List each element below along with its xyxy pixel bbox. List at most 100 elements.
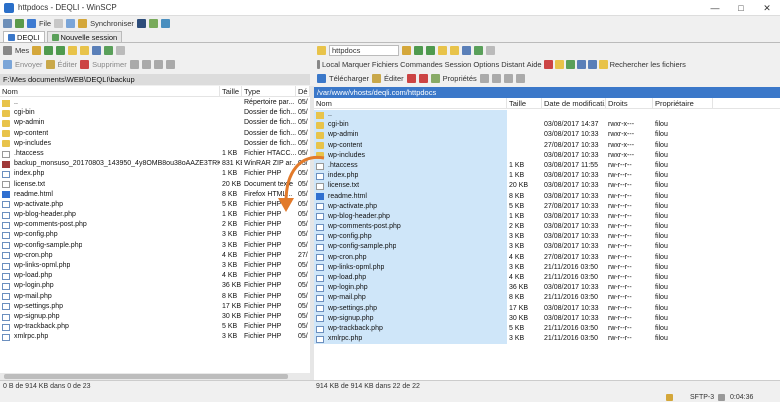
right-path-bar[interactable]: /var/www/vhosts/deqli.com/httpdocs <box>314 87 780 98</box>
upload-button[interactable]: Envoyer <box>15 60 43 69</box>
table-row[interactable]: wp-trackback.php 5 KB 21/11/2016 03:50 rw-r… <box>314 323 780 335</box>
menu-options[interactable]: Options <box>473 60 499 69</box>
table-row[interactable]: wp-signup.php 30 KB Fichier PHP 05/ <box>0 312 310 322</box>
table-row[interactable]: wp-load.php 4 KB Fichier PHP 05/ <box>0 271 310 281</box>
table-row[interactable]: wp-includes Dossier de fich... 05/ <box>0 139 310 149</box>
table-row[interactable]: wp-signup.php 30 KB 03/08/2017 10:33 rw-r--… <box>314 313 780 324</box>
table-row[interactable]: wp-login.php 36 KB 03/08/2017 10:33 rw-r--r… <box>314 283 780 294</box>
back-icon[interactable] <box>44 45 54 55</box>
find-icon[interactable] <box>486 45 495 55</box>
refresh-icon[interactable] <box>565 60 575 69</box>
table-row[interactable]: cgi-bin Dossier de fich... 05/ <box>0 108 310 118</box>
root-folder-icon[interactable] <box>450 45 459 55</box>
tab-new-session[interactable]: Nouvelle session <box>46 31 123 42</box>
forward-icon[interactable] <box>426 45 435 55</box>
table-row[interactable]: wp-comments-post.php 2 KB Fichier PHP 05/ <box>0 220 310 230</box>
edit-button[interactable]: Éditer <box>58 60 78 69</box>
gear-icon[interactable] <box>3 19 12 28</box>
rename-icon[interactable] <box>418 74 428 83</box>
parent-folder-icon[interactable] <box>438 45 447 55</box>
new-file-icon[interactable] <box>27 19 36 28</box>
table-row[interactable]: wp-mail.php 8 KB Fichier PHP 05/ <box>0 292 310 302</box>
filter-files-icon[interactable] <box>515 74 525 83</box>
putty-icon[interactable] <box>148 19 158 28</box>
menu-commands[interactable]: Commandes <box>400 60 443 69</box>
unselect-icon[interactable] <box>503 74 513 83</box>
find-icon[interactable] <box>116 45 126 55</box>
synchronize-button[interactable]: Synchroniser <box>90 19 134 28</box>
forward-icon[interactable] <box>56 45 66 55</box>
stop-icon[interactable] <box>543 60 553 69</box>
bookmark-icon[interactable] <box>587 60 597 69</box>
menu-files[interactable]: Fichiers <box>372 60 398 69</box>
refresh-icon[interactable] <box>15 19 24 28</box>
dropdown-icon[interactable] <box>54 19 64 28</box>
table-row[interactable]: wp-comments-post.php 2 KB 03/08/2017 10:33… <box>314 222 780 233</box>
menu-local[interactable]: Local <box>322 60 340 69</box>
col-size[interactable]: Taille <box>220 86 242 96</box>
home-icon[interactable] <box>576 60 586 69</box>
table-row[interactable]: license.txt 20 KB 03/08/2017 10:33 rw-r--r-… <box>314 181 780 192</box>
table-row[interactable]: wp-trackback.php 5 KB Fichier PHP 05/ <box>0 322 310 332</box>
table-row[interactable]: cgi-bin 03/08/2017 14:37 rwxr-x--- filou <box>314 120 780 131</box>
table-row[interactable]: wp-config.php 3 KB Fichier PHP 05/ <box>0 230 310 240</box>
table-row[interactable]: wp-settings.php 17 KB Fichier PHP 05/ <box>0 302 310 312</box>
select-all-icon[interactable] <box>153 60 163 69</box>
table-row[interactable]: wp-cron.php 4 KB Fichier PHP 27/ <box>0 251 310 261</box>
menu-mark[interactable]: Marquer <box>342 60 370 69</box>
table-row[interactable]: .. <box>314 110 780 121</box>
scroll-thumb[interactable] <box>4 374 288 379</box>
refresh-local-icon[interactable] <box>104 45 114 55</box>
delete-icon[interactable] <box>406 74 416 83</box>
table-row[interactable]: xmlrpc.php 3 KB 21/11/2016 03:50 rw-r--r-- f… <box>314 334 780 345</box>
table-row[interactable]: wp-cron.php 4 KB 27/08/2017 10:33 rw-r--r--… <box>314 252 780 263</box>
table-row[interactable]: wp-links-opml.php 3 KB 21/11/2016 03:50 rw-… <box>314 262 780 273</box>
col-type[interactable]: Type <box>242 86 296 96</box>
table-row[interactable]: wp-login.php 36 KB Fichier PHP 05/ <box>0 281 310 291</box>
new-icon[interactable] <box>479 74 489 83</box>
search-icon[interactable] <box>598 60 608 69</box>
back-icon[interactable] <box>414 45 423 55</box>
table-row[interactable]: wp-includes 03/08/2017 10:33 rwxr-x--- filo… <box>314 150 780 161</box>
table-row[interactable]: wp-links-opml.php 3 KB Fichier PHP 05/ <box>0 261 310 271</box>
table-row[interactable]: wp-admin 03/08/2017 10:33 rwxr-x--- filou <box>314 130 780 141</box>
col-date[interactable]: Date de modificati... <box>542 98 606 108</box>
compare-icon[interactable] <box>66 19 76 28</box>
filter-icon[interactable] <box>32 45 42 55</box>
col-name[interactable]: Nom <box>0 86 220 96</box>
table-row[interactable]: wp-mail.php 8 KB 21/11/2016 03:50 rw-r--r--… <box>314 293 780 304</box>
col-name[interactable]: Nom <box>314 98 507 108</box>
open-folder-icon[interactable] <box>554 60 564 69</box>
file-menu-button[interactable]: File <box>39 19 51 28</box>
col-size[interactable]: Taille <box>507 98 542 108</box>
delete-button[interactable]: Supprimer <box>92 60 127 69</box>
console-icon[interactable] <box>136 19 146 28</box>
table-row[interactable]: wp-blog-header.php 1 KB 03/08/2017 10:33 rw… <box>314 211 780 223</box>
parent-folder-icon[interactable] <box>68 45 78 55</box>
table-row[interactable]: wp-config-sample.php 3 KB 03/08/2017 10:33… <box>314 242 780 253</box>
table-row[interactable]: wp-config.php 3 KB 03/08/2017 10:33 rw-r--r… <box>314 232 780 243</box>
col-rights[interactable]: Droits <box>606 98 653 108</box>
download-button[interactable]: Télécharger <box>329 74 369 83</box>
table-row[interactable]: wp-settings.php 17 KB 03/08/2017 10:33 rw-r… <box>314 303 780 314</box>
table-row[interactable]: .htaccess 1 KB 03/08/2017 11:55 rw-r--r-- fi… <box>314 160 780 172</box>
home-icon[interactable] <box>462 45 471 55</box>
search-files-button[interactable]: Rechercher les fichiers <box>610 60 686 69</box>
menu-remote[interactable]: Distant <box>501 60 524 69</box>
col-date[interactable]: Dé <box>296 86 310 96</box>
table-row[interactable]: index.php 1 KB 03/08/2017 10:33 rw-r--r-- fi… <box>314 171 780 182</box>
close-button[interactable]: ✕ <box>754 0 780 16</box>
home-icon[interactable] <box>92 45 102 55</box>
left-horizontal-scrollbar[interactable] <box>0 373 310 380</box>
minimize-button[interactable]: — <box>702 0 728 16</box>
properties-button[interactable]: Propriétés <box>443 74 477 83</box>
table-row[interactable]: wp-content 27/08/2017 10:33 rwxr-x--- filou <box>314 140 780 151</box>
menu-session[interactable]: Session <box>445 60 472 69</box>
table-row[interactable]: wp-config-sample.php 3 KB Fichier PHP 05/ <box>0 241 310 251</box>
table-row[interactable]: wp-content Dossier de fich... 05/ <box>0 129 310 139</box>
new-folder-icon[interactable] <box>141 60 151 69</box>
drive-select[interactable]: Mes <box>15 46 29 55</box>
left-path-bar[interactable]: F:\Mes documents\WEB\DEQLI\backup <box>0 74 310 85</box>
sync-icon[interactable] <box>78 19 88 28</box>
edit-button[interactable]: Éditer <box>384 74 404 83</box>
